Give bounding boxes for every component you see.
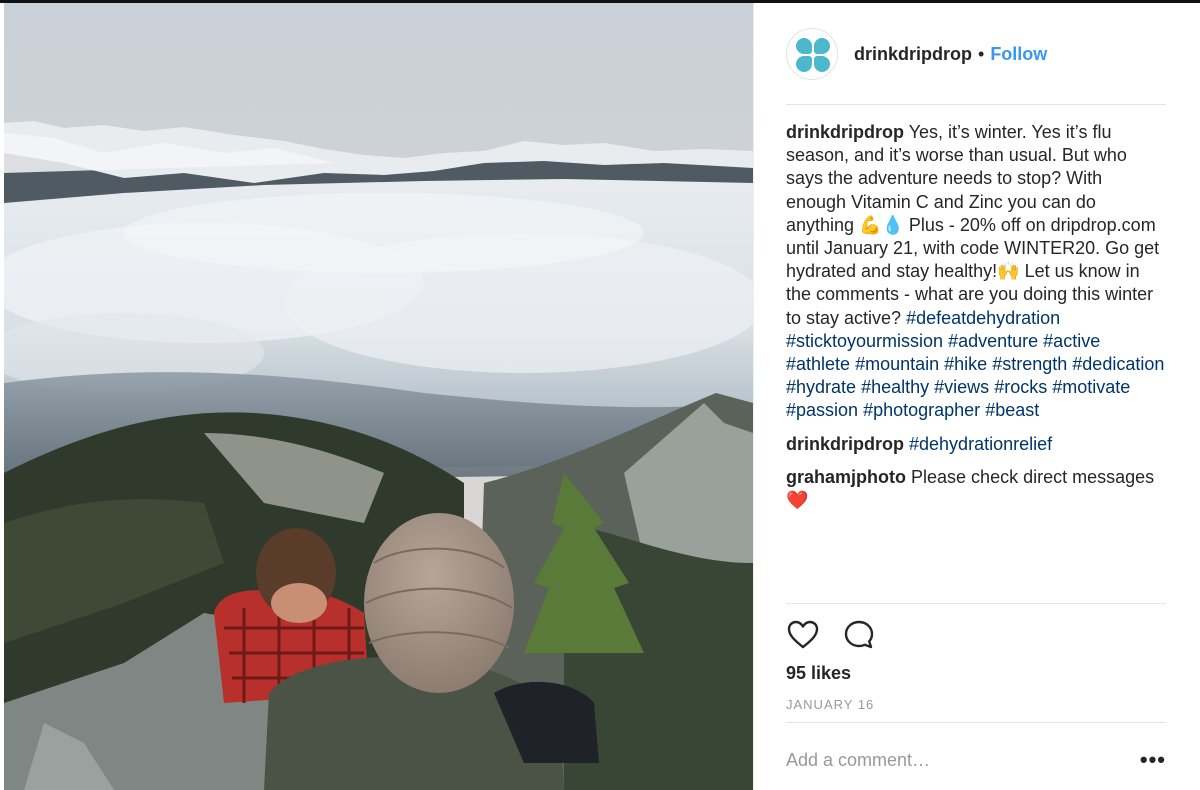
add-comment-bar: •••: [786, 745, 1166, 775]
comments-list: drinkdripdrop Yes, it’s winter. Yes it’s…: [786, 121, 1166, 522]
post-header: drinkdripdrop • Follow: [786, 27, 1166, 81]
post-photo: [4, 3, 753, 790]
caption-hashtag[interactable]: #mountain: [855, 354, 939, 374]
caption-hashtag[interactable]: #photographer: [863, 400, 980, 420]
comment-username[interactable]: drinkdripdrop: [786, 434, 904, 454]
likes-count[interactable]: 95 likes: [786, 663, 851, 684]
caption-hashtag[interactable]: #sticktoyourmission: [786, 331, 943, 351]
heart-icon[interactable]: [786, 618, 820, 652]
raised-hands-emoji: 🙌: [997, 261, 1020, 283]
comment-item: grahamjphoto Please check direct message…: [786, 466, 1166, 512]
post-detail-panel: drinkdripdrop • Follow drinkdripdrop Yes…: [753, 3, 1200, 790]
red-heart-emoji: ❤️: [786, 490, 809, 512]
add-comment-input[interactable]: [786, 749, 1140, 771]
comment-item: drinkdripdrop #dehydrationrelief: [786, 433, 1166, 456]
caption: drinkdripdrop Yes, it’s winter. Yes it’s…: [786, 121, 1166, 423]
flexed-biceps-droplet-emoji: 💪💧: [859, 214, 904, 236]
caption-hashtag[interactable]: #hydrate: [786, 377, 856, 397]
caption-hashtag[interactable]: #hike: [944, 354, 987, 374]
mountain-landscape-image: [4, 3, 753, 790]
add-comment-divider: [786, 722, 1166, 723]
caption-username[interactable]: drinkdripdrop: [786, 122, 904, 142]
header-divider: [786, 104, 1166, 105]
dripdrop-logo-avatar[interactable]: [786, 28, 838, 80]
separator-dot: •: [978, 43, 985, 64]
comments-divider: [786, 603, 1166, 604]
caption-hashtag[interactable]: #active: [1043, 331, 1100, 351]
post-author-username[interactable]: drinkdripdrop: [854, 44, 972, 65]
comment-username[interactable]: grahamjphoto: [786, 467, 906, 487]
caption-hashtag[interactable]: #passion: [786, 400, 858, 420]
action-bar: [786, 617, 1166, 653]
logo-lobe: [814, 56, 830, 72]
caption-hashtag[interactable]: #dedication: [1072, 354, 1164, 374]
caption-hashtag[interactable]: #beast: [985, 400, 1039, 420]
caption-hashtag[interactable]: #rocks: [994, 377, 1047, 397]
caption-hashtag[interactable]: #athlete: [786, 354, 850, 374]
comment-bubble-icon[interactable]: [842, 618, 876, 652]
caption-hashtag[interactable]: #defeatdehydration: [906, 308, 1060, 328]
caption-hashtag[interactable]: #motivate: [1052, 377, 1130, 397]
caption-hashtag[interactable]: #strength: [992, 354, 1067, 374]
logo-lobe: [796, 38, 812, 54]
caption-hashtag[interactable]: #healthy: [861, 377, 929, 397]
logo-lobe: [814, 38, 830, 54]
logo-lobe: [796, 56, 812, 72]
more-options-button[interactable]: •••: [1140, 747, 1166, 773]
follow-button[interactable]: Follow: [990, 44, 1047, 65]
comment-hashtag[interactable]: #dehydrationrelief: [909, 434, 1052, 454]
caption-hashtag[interactable]: #adventure: [948, 331, 1038, 351]
comment-text: Please check direct messages: [911, 466, 1155, 487]
caption-hashtag[interactable]: #views: [934, 377, 989, 397]
post-date[interactable]: JANUARY 16: [786, 697, 874, 712]
